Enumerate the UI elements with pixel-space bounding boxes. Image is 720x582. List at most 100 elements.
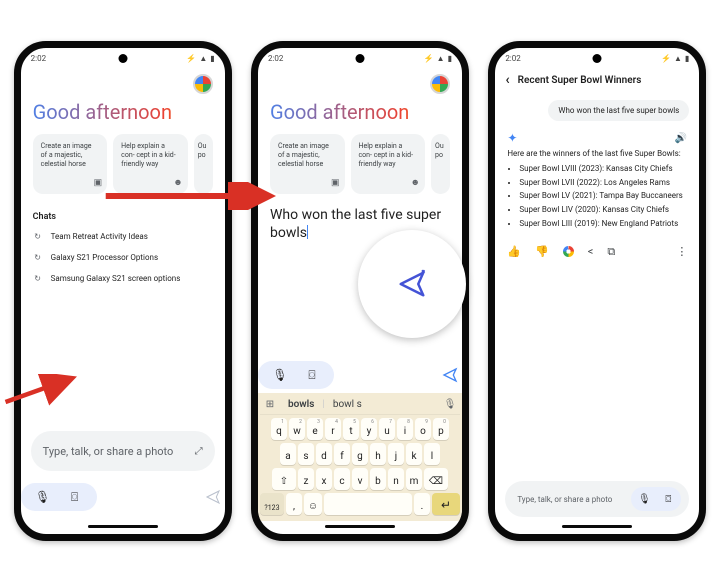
keyboard-row-1: q1w2e3r4t5y6u7i8o9p0 [260,418,460,440]
answer-intro: Here are the winners of the last five Su… [507,149,687,160]
key-comma[interactable]: , [286,493,302,515]
composer-input[interactable]: Type, talk, or share a photo ⤢ [31,431,215,471]
key-q[interactable]: q1 [271,418,287,440]
key-g[interactable]: g [352,443,368,465]
key-symbols[interactable]: ?123 [260,493,284,515]
key-k[interactable]: k [406,443,422,465]
greeting-text: Good afternoon [258,96,462,134]
key-j[interactable]: j [388,443,404,465]
expand-icon[interactable]: ⤢ [195,446,203,457]
camera-icon[interactable]: ⌼ [67,489,83,505]
keyboard-row-2: asdfghjkl [260,443,460,465]
smile-icon: ☻ [411,178,420,189]
phone-1: 2:02 ⚡ ▲ ▮ Good afternoon Create an imag… [14,41,232,541]
suggestion-card[interactable]: Create an image of a majestic, celestial… [270,134,345,194]
nav-handle[interactable] [562,525,632,528]
user-message-chip: Who won the last five super bowls [548,100,689,121]
share-icon[interactable]: < [588,245,594,258]
chat-history-label: Samsung Galaxy S21 screen options [51,274,181,283]
chat-history-item[interactable]: ↻ Galaxy S21 Processor Options [33,247,213,268]
keyboard-menu-icon[interactable]: ⊞ [260,399,280,410]
key-e[interactable]: e3 [307,418,323,440]
key-x[interactable]: x [316,468,332,490]
key-m[interactable]: m [406,468,422,490]
key-f[interactable]: f [334,443,350,465]
suggestion-text: Ou po [435,142,444,159]
key-backspace[interactable]: ⌫ [424,468,448,490]
image-icon: ▣ [94,178,103,189]
chat-history-item[interactable]: ↻ Samsung Galaxy S21 screen options [33,268,213,289]
answer-item: Super Bowl LVIII (2023): Kansas City Chi… [519,164,687,175]
key-space[interactable] [324,493,412,515]
key-i[interactable]: i8 [397,418,413,440]
nav-handle[interactable] [325,525,395,528]
key-w[interactable]: w2 [289,418,305,440]
sparkle-icon: ✦ [507,131,517,145]
keyboard-row-3: ⇧zxcvbnm⌫ [260,468,460,490]
key-z[interactable]: z [298,468,314,490]
camera-icon[interactable]: ⌼ [304,367,320,383]
chat-history-label: Team Retreat Activity Ideas [51,232,148,241]
key-n[interactable]: n [388,468,404,490]
status-bolt-icon: ⚡ [186,54,196,63]
key-shift[interactable]: ⇧ [272,468,296,490]
phone-3: 2:02 ⚡ ▲ ▮ ‹ Recent Super Bowl Winners W… [488,41,706,541]
thumb-down-icon[interactable]: 👎 [535,245,549,258]
key-t[interactable]: t5 [343,418,359,440]
typed-text-line1: Who won the last five super [270,207,441,223]
back-icon[interactable]: ‹ [505,72,509,88]
suggestion-card-peek[interactable]: Ou po [194,134,213,194]
key-l[interactable]: l [424,443,440,465]
status-time: 2:02 [505,54,520,63]
mic-icon[interactable]: 🎙 [35,489,51,505]
key-d[interactable]: d [316,443,332,465]
key-p[interactable]: p0 [433,418,449,440]
keyboard-mic-icon[interactable]: 🎙 [440,399,460,410]
key-period[interactable]: . [414,493,430,515]
keyboard-row-4: ?123 , ☺ . ↵ [260,493,460,515]
mic-icon[interactable]: 🎙 [272,367,288,383]
mic-camera-chip: 🎙 ⌼ [631,487,681,511]
on-screen-keyboard: ⊞ bowls | bowl s 🎙 q1w2e3r4t5y6u7i8o9p0 … [258,393,462,521]
suggestion-card-peek[interactable]: Ou po [431,134,450,194]
key-h[interactable]: h [370,443,386,465]
keyboard-suggestion[interactable]: bowls [280,399,322,410]
key-b[interactable]: b [370,468,386,490]
suggestion-card[interactable]: Help explain a con- cept in a kid-friend… [351,134,426,194]
speaker-icon[interactable]: 🔊 [675,133,687,144]
history-icon: ↻ [33,274,43,283]
chat-history-item[interactable]: ↻ Team Retreat Activity Ideas [33,226,213,247]
more-icon[interactable]: ⋮ [676,245,687,258]
mic-icon[interactable]: 🎙 [636,491,652,507]
thumb-up-icon[interactable]: 👍 [507,245,521,258]
answer-list: Super Bowl LVIII (2023): Kansas City Chi… [507,164,687,230]
composer-toolbar: 🎙 ⌼ [21,479,225,521]
status-time: 2:02 [268,54,283,63]
composer-input[interactable]: Type, talk, or share a photo 🎙 ⌼ [505,481,689,517]
key-enter[interactable]: ↵ [432,493,460,515]
profile-avatar[interactable] [430,74,450,94]
suggestion-text: Help explain a con- cept in a kid-friend… [359,142,414,168]
key-emoji[interactable]: ☺ [304,493,322,515]
chats-section-label: Chats [21,194,225,226]
key-v[interactable]: v [352,468,368,490]
user-message-text: Who won the last five super bowls [558,106,679,115]
key-a[interactable]: a [280,443,296,465]
key-s[interactable]: s [298,443,314,465]
camera-icon[interactable]: ⌼ [660,491,676,507]
suggestion-card[interactable]: Create an image of a majestic, celestial… [33,134,108,194]
send-button[interactable] [442,367,462,383]
key-c[interactable]: c [334,468,350,490]
profile-avatar[interactable] [193,74,213,94]
key-u[interactable]: u7 [379,418,395,440]
key-o[interactable]: o9 [415,418,431,440]
send-icon [397,269,427,299]
nav-handle[interactable] [88,525,158,528]
google-icon[interactable] [563,246,574,257]
key-y[interactable]: y6 [361,418,377,440]
key-r[interactable]: r4 [325,418,341,440]
answer-content: Here are the winners of the last five Su… [495,149,699,233]
suggestion-card[interactable]: Help explain a con- cept in a kid-friend… [113,134,188,194]
keyboard-suggestion[interactable]: bowl s [325,399,370,410]
copy-icon[interactable]: ⧉ [607,245,615,259]
